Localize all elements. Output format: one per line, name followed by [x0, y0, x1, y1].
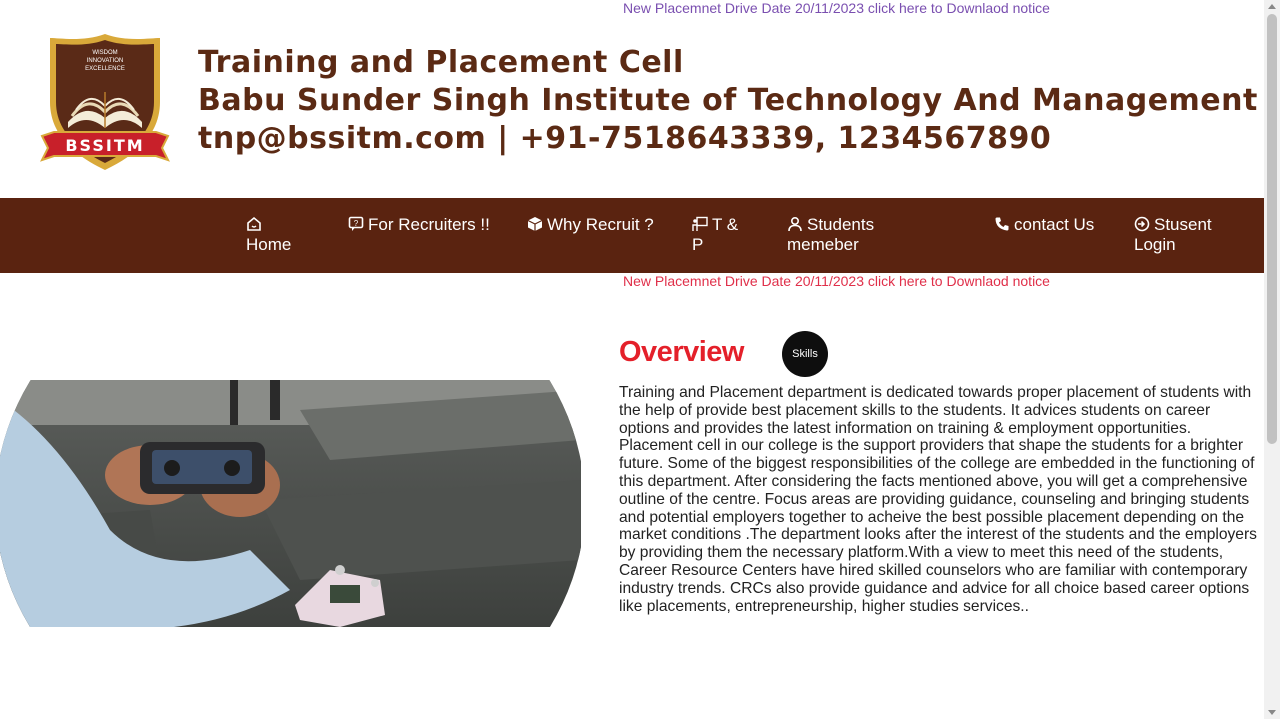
cube-icon — [527, 216, 543, 232]
nav-for-recruiters-label: For Recruiters !! — [368, 215, 490, 234]
overview-heading: Overview — [619, 336, 744, 368]
placement-notice-marquee[interactable]: New Placemnet Drive Date 20/11/2023 clic… — [623, 273, 1050, 289]
main-navbar: Home ? For Recruiters !! Why Recruit ? T… — [0, 198, 1264, 273]
user-icon — [787, 216, 803, 232]
phone-icon — [994, 216, 1010, 232]
login-icon — [1134, 216, 1150, 232]
logo-banner-text: BSSITM — [65, 136, 144, 155]
hero-image — [0, 380, 581, 627]
chat-question-icon: ? — [348, 216, 364, 232]
overview-paragraph: Training and Placement department is ded… — [619, 384, 1257, 615]
site-header: WISDOM INNOVATION EXCELLENCE BSSITM Trai… — [0, 0, 1264, 198]
nav-tp[interactable]: T & P — [692, 215, 752, 255]
logo-motto-3: EXCELLENCE — [85, 66, 125, 72]
nav-why-recruit[interactable]: Why Recruit ? — [527, 215, 657, 235]
nav-student-login[interactable]: Stusent Login — [1134, 215, 1244, 255]
vertical-scrollbar[interactable] — [1264, 0, 1280, 719]
logo-motto-1: WISDOM — [92, 50, 117, 56]
nav-why-recruit-label: Why Recruit ? — [547, 215, 654, 234]
contact-info: tnp@bssitm.com | +91-7518643339, 1234567… — [198, 121, 1052, 156]
nav-home-label: Home — [246, 235, 292, 254]
skills-badge[interactable]: Skills — [782, 331, 828, 377]
nav-for-recruiters[interactable]: ? For Recruiters !! — [348, 215, 498, 235]
nav-students-member[interactable]: Students memeber — [787, 215, 927, 255]
scroll-up-arrow-icon[interactable] — [1268, 4, 1276, 9]
scroll-down-arrow-icon[interactable] — [1268, 710, 1276, 715]
institute-name: Babu Sunder Singh Institute of Technolog… — [198, 83, 1258, 118]
nav-home[interactable]: Home — [246, 215, 291, 255]
logo-motto-2: INNOVATION — [87, 58, 123, 64]
header-title-block: Training and Placement Cell Babu Sunder … — [198, 44, 1258, 158]
svg-text:?: ? — [354, 219, 359, 228]
nav-contact-us[interactable]: contact Us — [994, 215, 1104, 235]
nav-contact-us-label: contact Us — [1014, 215, 1095, 234]
home-icon — [246, 216, 262, 232]
bssitm-logo[interactable]: WISDOM INNOVATION EXCELLENCE BSSITM — [38, 32, 172, 174]
header-title: Training and Placement Cell — [198, 45, 684, 80]
scrollbar-thumb[interactable] — [1267, 14, 1277, 444]
teacher-board-icon — [692, 216, 708, 232]
